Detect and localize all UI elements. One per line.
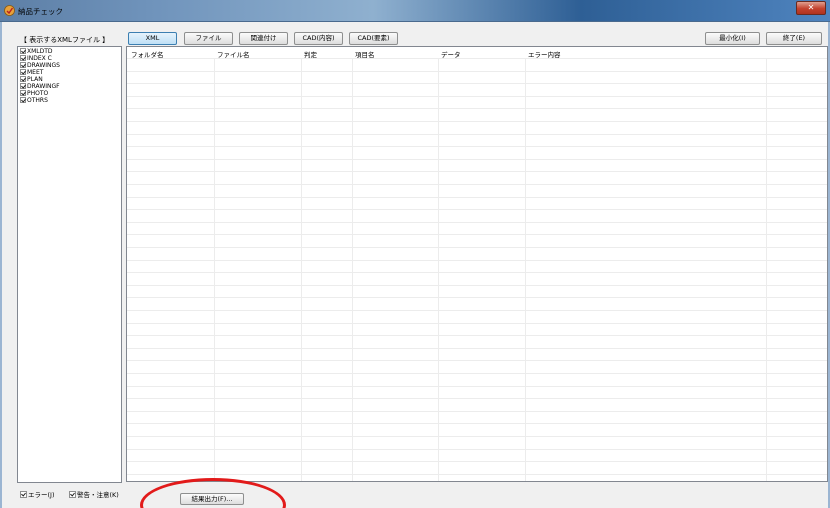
grid-row-line [127,134,827,135]
checklist-item-label: DRAWINGF [27,83,60,90]
grid-row-line [127,260,827,261]
grid-row-line [127,184,827,185]
grid-row-line [127,461,827,462]
grid-row-line [127,96,827,97]
filter-header: 【 表示するXMLファイル 】 [20,36,110,44]
checklist-item[interactable]: MEET [20,69,43,76]
checklist-item-label: PHOTO [27,90,49,97]
grid-row-line [127,83,827,84]
grid-row-line [127,71,827,72]
grid-row-line [127,297,827,298]
checklist-item[interactable]: INDEX C [20,55,52,62]
checkbox-checked-icon[interactable] [20,55,26,61]
tab-cad-element[interactable]: CAD(要素) [349,32,398,45]
grid-row-line [127,159,827,160]
warning-filter-checkbox[interactable]: 警告・注意(K) [69,491,119,499]
checklist-item[interactable]: OTHRS [20,97,48,104]
grid-row-line [127,247,827,248]
grid-row-line [127,58,827,59]
checklist-item-label: INDEX C [27,55,52,62]
checkbox-checked-icon[interactable] [20,62,26,68]
grid-row-line [127,285,827,286]
exit-button[interactable]: 終了(E) [766,32,822,45]
warning-filter-label: 警告・注意(K) [77,491,119,499]
error-filter-checkbox[interactable]: エラー(J) [20,491,55,499]
grid-row-line [127,121,827,122]
checklist-item[interactable]: PLAN [20,76,43,83]
app-icon [4,5,15,16]
grid-row-line [127,474,827,475]
checkbox-checked-icon[interactable] [20,83,26,89]
grid-row-line [127,209,827,210]
grid-row-line [127,146,827,147]
checklist-item[interactable]: DRAWINGS [20,62,60,69]
grid-row-line [127,373,827,374]
checkbox-checked-icon[interactable] [20,76,26,82]
grid-row-line [127,360,827,361]
error-filter-label: エラー(J) [28,491,55,499]
grid-row-line [127,449,827,450]
grid-row-line [127,272,827,273]
grid-row-line [127,411,827,412]
checkbox-checked-icon[interactable] [20,90,26,96]
results-grid[interactable]: フォルダ名 ファイル名 判定 項目名 データ エラー内容 [126,46,828,482]
grid-row-line [127,222,827,223]
title-bar: 納品チェック ✕ [0,0,830,22]
checklist-item[interactable]: XMLDTD [20,48,53,55]
checklist-item-label: MEET [27,69,44,76]
tab-file[interactable]: ファイル [184,32,233,45]
checkbox-checked-icon[interactable] [69,491,76,498]
grid-row-line [127,423,827,424]
grid-row-line [127,436,827,437]
grid-row-line [127,108,827,109]
checkbox-checked-icon[interactable] [20,69,26,75]
grid-row-line [127,234,827,235]
grid-row-line [127,335,827,336]
checklist-item-label: XMLDTD [27,48,53,55]
grid-row-line [127,171,827,172]
checkbox-checked-icon[interactable] [20,48,26,54]
grid-row-line [127,323,827,324]
xml-file-checklist: XMLDTD INDEX C DRAWINGS MEET PLAN DRAWIN… [17,46,122,483]
checklist-item[interactable]: PHOTO [20,90,48,97]
close-button[interactable]: ✕ [796,1,826,15]
grid-header: フォルダ名 ファイル名 判定 項目名 データ エラー内容 [127,47,827,59]
checkbox-checked-icon[interactable] [20,491,27,498]
grid-row-line [127,348,827,349]
window-title: 納品チェック [18,7,63,16]
checklist-item-label: PLAN [27,76,43,83]
minimize-button[interactable]: 最小化(I) [705,32,760,45]
tab-xml[interactable]: XML [128,32,177,45]
grid-row-line [127,197,827,198]
tab-association[interactable]: 関連付け [239,32,288,45]
grid-row-line [127,386,827,387]
checklist-item-label: OTHRS [27,97,48,104]
grid-row-line [127,310,827,311]
checkbox-checked-icon[interactable] [20,97,26,103]
checklist-item[interactable]: DRAWINGF [20,83,60,90]
tab-cad-content[interactable]: CAD(内容) [294,32,343,45]
checklist-item-label: DRAWINGS [27,62,60,69]
grid-row-line [127,398,827,399]
